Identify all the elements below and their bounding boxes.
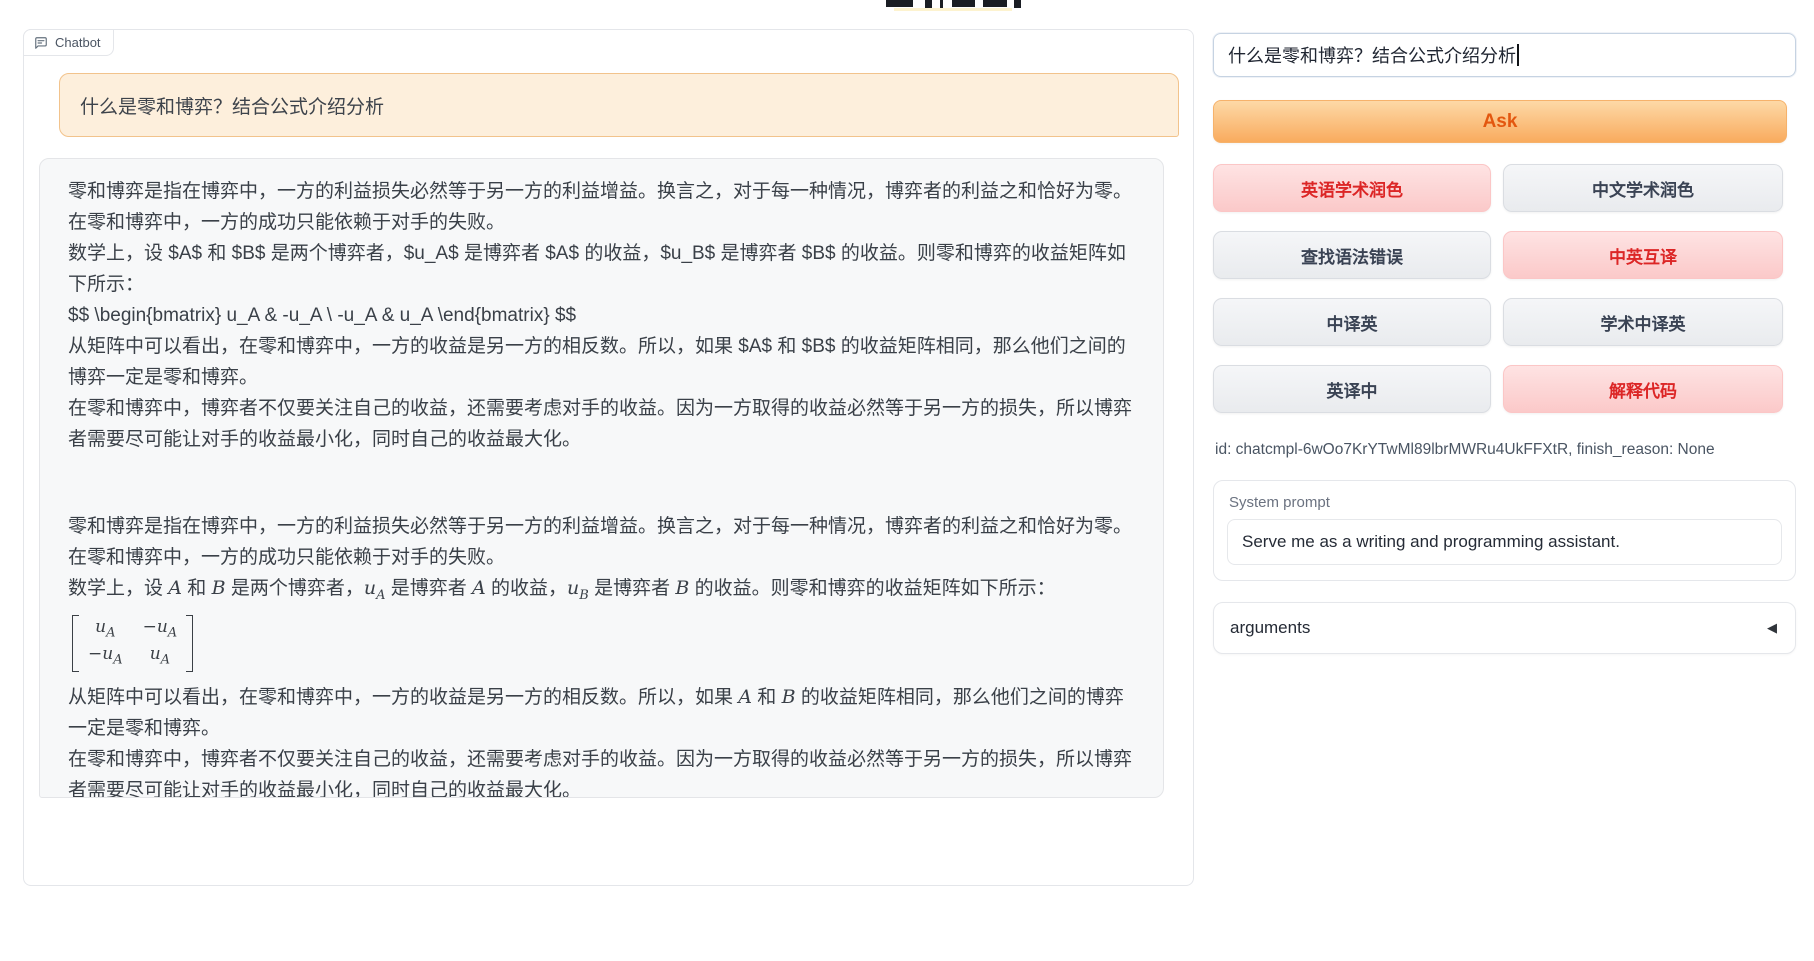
math-var: B — [675, 578, 689, 599]
math-var: B — [782, 687, 796, 708]
bot-message-paragraph: 数学上，设 $A$ 和 $B$ 是两个博弈者，$u_A$ 是博弈者 $A$ 的收… — [68, 238, 1135, 300]
matrix-cell: −uA — [143, 616, 178, 643]
math-matrix: uA −uA −uA uA — [72, 615, 193, 672]
system-prompt-input[interactable]: Serve me as a writing and programming as… — [1227, 519, 1782, 565]
function-button[interactable]: 学术中译英 — [1503, 298, 1783, 346]
bot-message-content: 零和博弈是指在博弈中，一方的利益损失必然等于另一方的利益增益。换言之，对于每一种… — [68, 176, 1135, 798]
function-button[interactable]: 中英互译 — [1503, 231, 1783, 279]
user-message-bubble: 什么是零和博弈？结合公式介绍分析 — [59, 73, 1179, 137]
math-var: A — [472, 578, 486, 599]
chatbot-label-text: Chatbot — [55, 35, 101, 50]
function-button[interactable]: 英译中 — [1213, 365, 1491, 413]
clipped-page-title — [886, 0, 1036, 11]
math-var: B — [212, 578, 226, 599]
matrix-bracket-right — [186, 615, 193, 672]
math-var: −uA — [88, 644, 123, 663]
math-var: A — [738, 687, 752, 708]
math-var: A — [168, 578, 182, 599]
title-fragment — [925, 0, 932, 8]
bot-message-paragraph: 在零和博弈中，博弈者不仅要关注自己的收益，还需要考虑对手的收益。因为一方取得的收… — [68, 744, 1135, 798]
math-var: uA — [95, 617, 115, 636]
title-fragment — [952, 0, 975, 7]
bot-message-paragraph: $$ \begin{bmatrix} u_A & -u_A \ -u_A & u… — [68, 300, 1135, 331]
math-var: uA — [364, 578, 386, 599]
matrix-cells: uA −uA −uA uA — [79, 615, 186, 672]
collapse-triangle-icon: ◀ — [1767, 620, 1777, 636]
function-button[interactable]: 中文学术润色 — [1503, 164, 1783, 212]
function-button[interactable]: 英语学术润色 — [1213, 164, 1491, 212]
title-fragment — [983, 0, 1007, 7]
chatbot-panel: Chatbot 什么是零和博弈？结合公式介绍分析 零和博弈是指在博弈中，一方的利… — [23, 29, 1194, 886]
function-button[interactable]: 中译英 — [1213, 298, 1491, 346]
math-var: uA — [150, 644, 170, 663]
title-fragment — [886, 0, 913, 7]
title-fragment — [1014, 0, 1021, 8]
bot-message-paragraph: 从矩阵中可以看出，在零和博弈中，一方的收益是另一方的相反数。所以，如果 $A$ … — [68, 331, 1135, 393]
math-var: −uA — [143, 617, 178, 636]
text-cursor — [1517, 44, 1519, 66]
matrix-cell: uA — [95, 616, 115, 643]
system-prompt-value: Serve me as a writing and programming as… — [1242, 532, 1620, 552]
function-button-grid: 英语学术润色中文学术润色查找语法错误中英互译中译英学术中译英英译中解释代码 — [1213, 164, 1783, 413]
math-var: uB — [567, 578, 589, 599]
title-fragment — [940, 0, 943, 8]
user-message-text: 什么是零和博弈？结合公式介绍分析 — [80, 92, 384, 119]
arguments-accordion[interactable]: arguments ◀ — [1213, 602, 1796, 654]
query-input[interactable]: 什么是零和博弈？结合公式介绍分析 — [1213, 33, 1796, 77]
matrix-bracket-left — [72, 615, 79, 672]
ask-button[interactable]: Ask — [1213, 100, 1787, 143]
paragraph-gap — [68, 455, 1135, 511]
bot-message-paragraph: 数学上，设 A 和 B 是两个博弈者，uA 是博弈者 A 的收益，uB 是博弈者… — [68, 573, 1135, 611]
system-prompt-group: System prompt Serve me as a writing and … — [1213, 480, 1796, 581]
query-input-value: 什么是零和博弈？结合公式介绍分析 — [1228, 42, 1516, 68]
arguments-accordion-label: arguments — [1230, 618, 1310, 638]
bot-message-paragraph: 零和博弈是指在博弈中，一方的利益损失必然等于另一方的利益增益。换言之，对于每一种… — [68, 176, 1135, 238]
status-line: id: chatcmpl-6wOo7KrYTwMl89lbrMWRu4UkFFX… — [1215, 441, 1715, 459]
bot-message-bubble: 零和博弈是指在博弈中，一方的利益损失必然等于另一方的利益增益。换言之，对于每一种… — [39, 158, 1164, 798]
function-button[interactable]: 解释代码 — [1503, 365, 1783, 413]
matrix-cell: uA — [150, 643, 170, 670]
matrix-cell: −uA — [88, 643, 123, 670]
title-fragment — [894, 8, 1012, 11]
bot-message-paragraph: 零和博弈是指在博弈中，一方的利益损失必然等于另一方的利益增益。换言之，对于每一种… — [68, 511, 1135, 573]
system-prompt-label: System prompt — [1229, 494, 1782, 511]
bot-message-paragraph: 在零和博弈中，博弈者不仅要关注自己的收益，还需要考虑对手的收益。因为一方取得的收… — [68, 393, 1135, 455]
chat-bubble-icon — [34, 36, 48, 50]
chatbot-label: Chatbot — [23, 29, 114, 56]
function-button[interactable]: 查找语法错误 — [1213, 231, 1491, 279]
bot-message-paragraph: 从矩阵中可以看出，在零和博弈中，一方的收益是另一方的相反数。所以，如果 A 和 … — [68, 682, 1135, 744]
